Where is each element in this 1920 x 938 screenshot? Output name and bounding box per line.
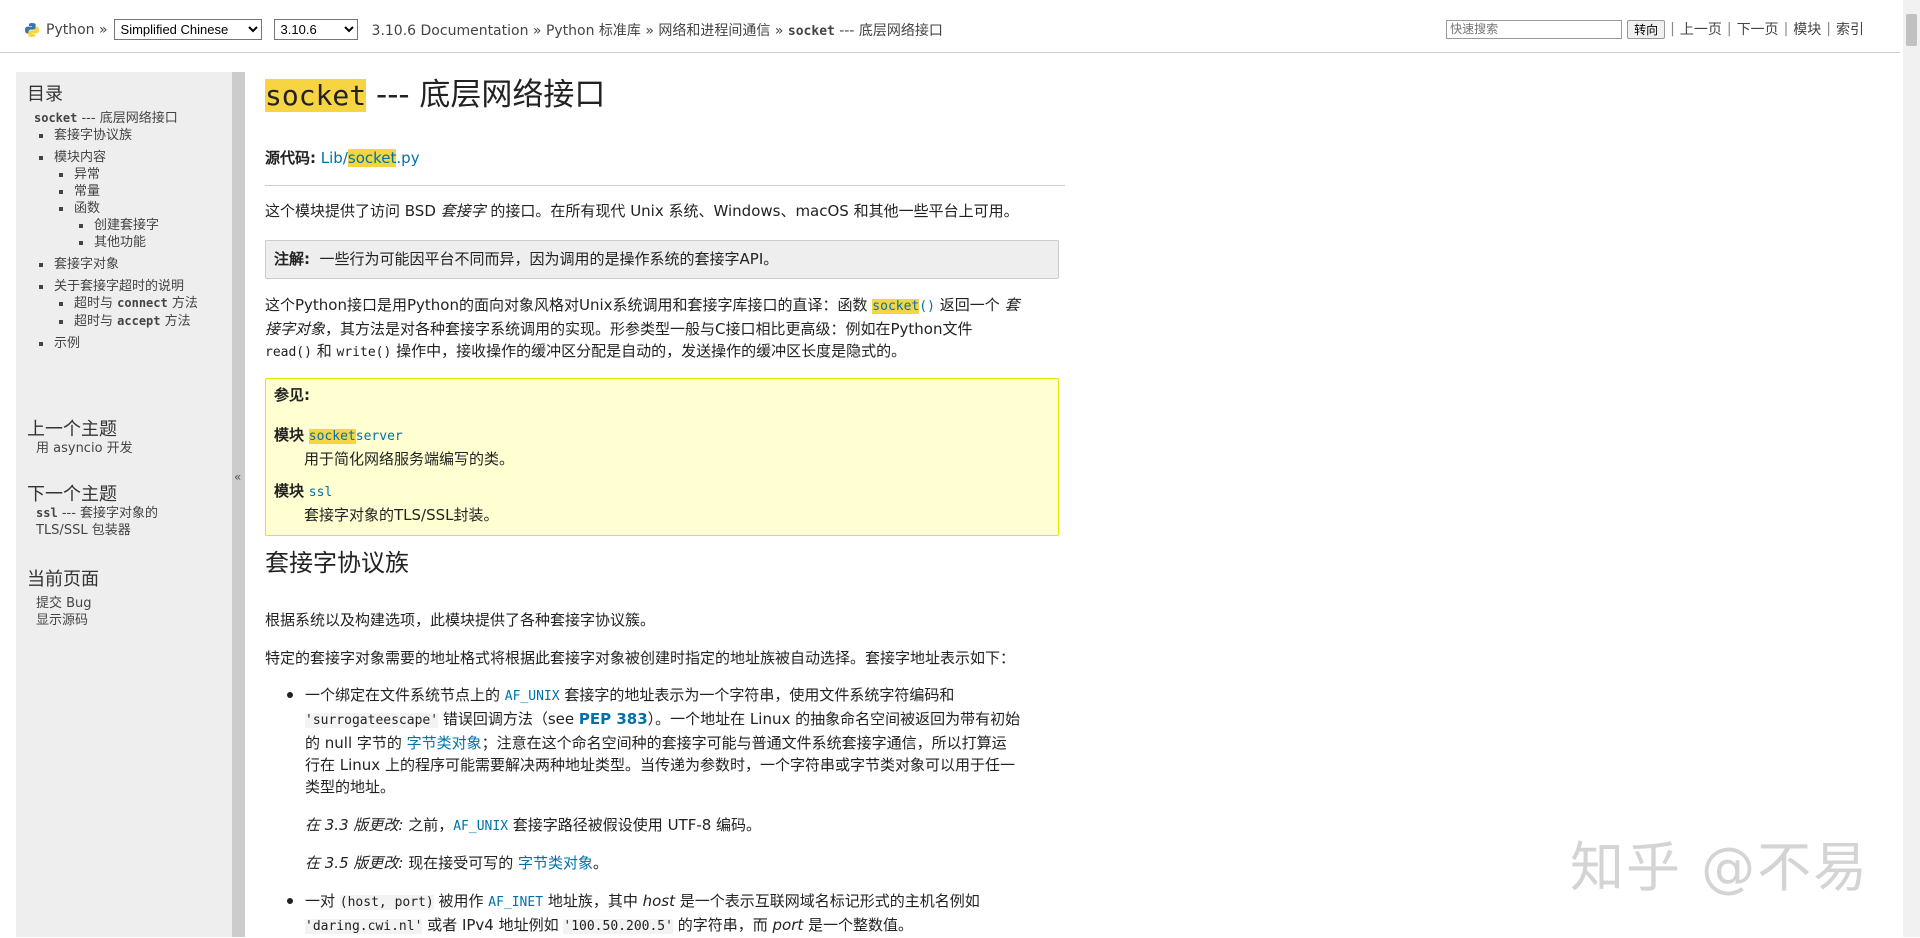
divider bbox=[265, 185, 1065, 186]
families-paragraph-2: 特定的套接字对象需要的地址格式将根据此套接字对象被创建时指定的地址族被自动选择。… bbox=[265, 647, 1065, 669]
bullet-dot bbox=[287, 898, 293, 904]
show-source-link[interactable]: 显示源码 bbox=[36, 612, 92, 629]
sidebar-collapse-button[interactable]: « bbox=[232, 72, 245, 937]
families-paragraph-1: 根据系统以及构建选项，此模块提供了各种套接字协议簇。 bbox=[265, 609, 1065, 631]
toc-item-module-contents[interactable]: 模块内容 bbox=[36, 149, 226, 166]
toc-item-timeout-accept[interactable]: 超时与 accept 方法 bbox=[36, 313, 204, 330]
changed-3-3: 在 3.3 版更改: 之前，AF_UNIX 套接字路径被假设使用 UTF-8 编… bbox=[305, 814, 1075, 838]
toc-item-functions[interactable]: 函数 bbox=[36, 200, 226, 217]
version-select[interactable]: 3.10.6 bbox=[274, 19, 358, 40]
breadcrumb-current: --- 底层网络接口 bbox=[835, 23, 943, 39]
intro-paragraph: 这个模块提供了访问 BSD 套接字 的接口。在所有现代 Unix 系统、Wind… bbox=[265, 200, 1065, 222]
next-topic-link[interactable]: ssl --- 套接字对象的TLS/SSL 包装器 bbox=[36, 505, 158, 539]
af-inet-link[interactable]: AF_INET bbox=[488, 895, 543, 910]
see-also-ssl: 模块 ssl 套接字对象的TLS/SSL封装。 bbox=[274, 480, 499, 526]
see-also-socketserver: 模块 socketserver 用于简化网络服务端编写的类。 bbox=[274, 424, 514, 470]
toc-item-timeout-connect[interactable]: 超时与 connect 方法 bbox=[36, 295, 204, 312]
source-label: 源代码: bbox=[265, 149, 316, 167]
socketserver-link[interactable]: socketserver bbox=[309, 429, 403, 444]
note-text: 一些行为可能因平台不同而异，因为调用的是操作系统的套接字API。 bbox=[320, 250, 779, 268]
report-bug-link[interactable]: 提交 Bug bbox=[36, 595, 92, 612]
list-item-af-inet: 一对 (host, port) 被用作 AF_INET 地址族，其中 host … bbox=[305, 890, 1075, 938]
breadcrumb-docs[interactable]: 3.10.6 Documentation bbox=[372, 23, 529, 39]
next-topic-heading: 下一个主题 bbox=[27, 480, 117, 506]
prev-topic-link[interactable]: 用 asyncio 开发 bbox=[36, 440, 133, 457]
sidebar: 目录 socket --- 底层网络接口 套接字协议族 模块内容 异常 常量 函… bbox=[16, 72, 232, 937]
toc-item-creating-sockets[interactable]: 创建套接字 bbox=[36, 217, 226, 234]
current-page-heading: 当前页面 bbox=[27, 565, 99, 591]
breadcrumb-current-mono: socket bbox=[788, 24, 835, 39]
toc-item-example[interactable]: 示例 bbox=[36, 335, 226, 352]
see-also-label: 参见: bbox=[274, 384, 310, 406]
bullet-dot bbox=[287, 692, 293, 698]
collapse-icon: « bbox=[234, 470, 241, 484]
top-navigation-bar: Python » Simplified Chinese 3.10.6 3.10.… bbox=[0, 0, 1900, 53]
breadcrumb-ipc[interactable]: 网络和进程间通信 bbox=[658, 23, 770, 39]
toc-heading: 目录 bbox=[27, 80, 63, 106]
socket-function-link[interactable]: socket() bbox=[872, 299, 935, 314]
toc-item-timeouts[interactable]: 关于套接字超时的说明 bbox=[36, 278, 226, 295]
next-link[interactable]: 下一页 bbox=[1737, 19, 1779, 39]
prev-topic-heading: 上一个主题 bbox=[27, 415, 117, 441]
go-button[interactable]: 转向 bbox=[1627, 20, 1665, 39]
toc-item-families[interactable]: 套接字协议族 bbox=[36, 127, 226, 144]
python-logo-icon[interactable] bbox=[24, 22, 40, 38]
toc-item-socket[interactable]: socket --- 底层网络接口 bbox=[34, 110, 224, 127]
note-label: 注解: bbox=[274, 250, 310, 268]
breadcrumb-stdlib[interactable]: Python 标准库 bbox=[546, 23, 641, 39]
python-home-link[interactable]: Python » bbox=[46, 22, 108, 38]
index-link[interactable]: 索引 bbox=[1836, 19, 1864, 39]
af-unix-link[interactable]: AF_UNIX bbox=[505, 689, 560, 704]
see-also-box: 参见: 模块 socketserver 用于简化网络服务端编写的类。 模块 ss… bbox=[265, 378, 1059, 536]
interface-paragraph: 这个Python接口是用Python的面向对象风格对Unix系统调用和套接字库接… bbox=[265, 294, 1065, 364]
scrollbar-thumb[interactable] bbox=[1906, 14, 1917, 46]
toc-item-exceptions[interactable]: 异常 bbox=[36, 166, 226, 183]
page-scrollbar[interactable] bbox=[1903, 0, 1920, 937]
toc-item-other-functions[interactable]: 其他功能 bbox=[36, 234, 226, 251]
page-title: socket --- 底层网络接口 bbox=[265, 84, 605, 107]
af-unix-link-2[interactable]: AF_UNIX bbox=[453, 819, 508, 834]
list-item-af-unix: 一个绑定在文件系统节点上的 AF_UNIX 套接字的地址表示为一个字符串，使用文… bbox=[305, 684, 1075, 798]
source-link[interactable]: Lib/socket.py bbox=[321, 149, 420, 167]
bytes-like-link-1[interactable]: 字节类对象 bbox=[407, 734, 482, 752]
changed-3-5: 在 3.5 版更改: 现在接受可写的 字节类对象。 bbox=[305, 852, 1075, 874]
note-box: 注解: 一些行为可能因平台不同而异，因为调用的是操作系统的套接字API。 bbox=[265, 240, 1059, 279]
toc-item-socket-objects[interactable]: 套接字对象 bbox=[36, 256, 226, 273]
search-input[interactable] bbox=[1446, 20, 1622, 39]
toc-item-constants[interactable]: 常量 bbox=[36, 183, 226, 200]
zhihu-watermark: 知乎 @不易 bbox=[1570, 823, 1869, 902]
modules-link[interactable]: 模块 bbox=[1793, 19, 1821, 39]
bytes-like-link-2[interactable]: 字节类对象 bbox=[518, 854, 593, 872]
prev-link[interactable]: 上一页 bbox=[1680, 19, 1722, 39]
section-heading-families: 套接字协议族 bbox=[265, 552, 409, 574]
table-of-contents: socket --- 底层网络接口 套接字协议族 模块内容 异常 常量 函数 创… bbox=[36, 110, 226, 352]
breadcrumb: 3.10.6 Documentation » Python 标准库 » 网络和进… bbox=[372, 20, 943, 40]
pep-383-link[interactable]: PEP 383 bbox=[579, 710, 648, 728]
ssl-link[interactable]: ssl bbox=[309, 485, 332, 500]
language-select[interactable]: Simplified Chinese bbox=[114, 19, 262, 40]
source-code-line: 源代码: Lib/socket.py bbox=[265, 147, 1065, 169]
